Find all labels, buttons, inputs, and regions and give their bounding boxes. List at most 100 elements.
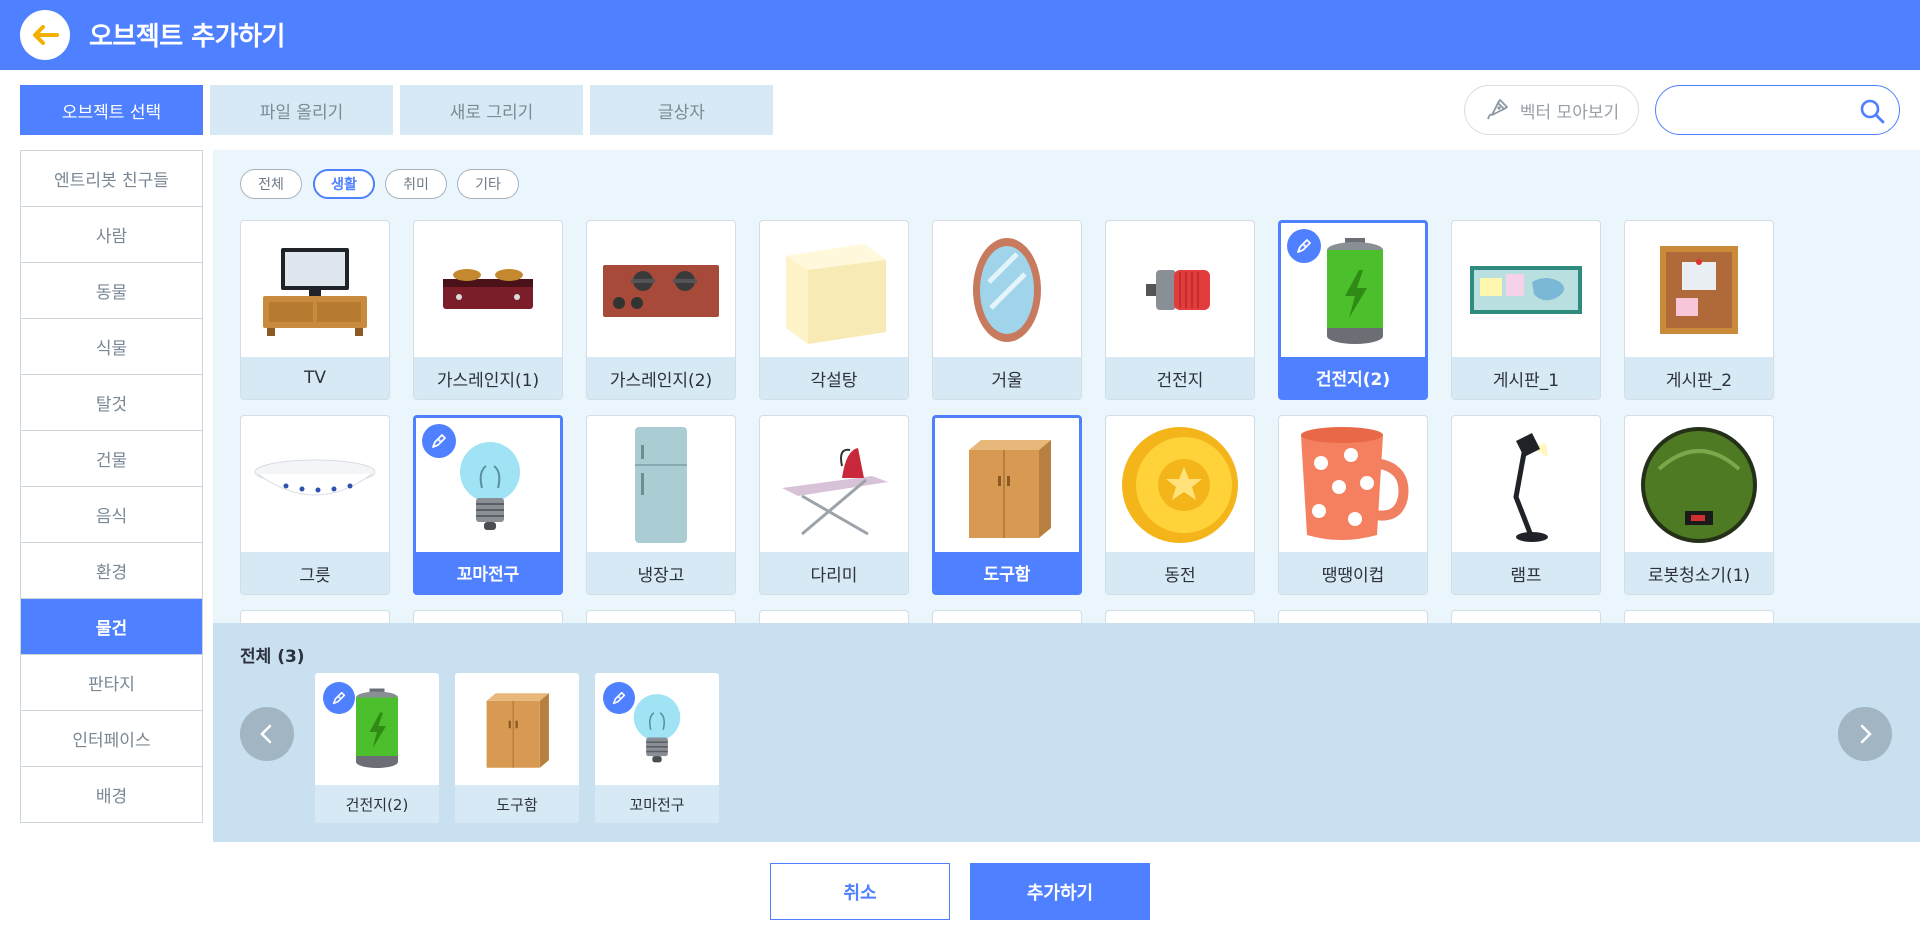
tray-item-label: 도구함 xyxy=(455,785,579,823)
vector-edit-icon xyxy=(422,424,456,458)
desk-lamp-icon xyxy=(1513,432,1548,542)
tab-file-upload[interactable]: 파일 올리기 xyxy=(210,85,393,135)
search-icon[interactable] xyxy=(1859,98,1885,124)
object-card-refrigerator[interactable]: 냉장고 xyxy=(586,415,736,595)
selected-objects-tray: 전체 (3) 건전지(2) 도구함 꼬마전구 xyxy=(213,623,1920,842)
vector-view-label: 벡터 모아보기 xyxy=(1519,102,1620,123)
object-card-sugar-cube[interactable]: 각설탕 xyxy=(759,220,909,400)
sidebar-item-plants[interactable]: 식물 xyxy=(21,319,202,375)
object-card-partial[interactable] xyxy=(1278,610,1428,623)
object-card-bulletin-board-1[interactable]: 게시판_1 xyxy=(1451,220,1601,400)
object-card-partial[interactable] xyxy=(1624,610,1774,623)
object-card-toolbox[interactable]: 도구함 xyxy=(932,415,1082,595)
vector-pen-icon xyxy=(1487,99,1508,120)
object-label: 꼬마전구 xyxy=(416,552,560,592)
vector-edit-icon xyxy=(603,682,635,714)
gas-stove-2-icon xyxy=(603,264,719,317)
object-card-light-bulb[interactable]: 꼬마전구 xyxy=(413,415,563,595)
sidebar-item-people[interactable]: 사람 xyxy=(21,207,202,263)
object-label: 건전지 xyxy=(1106,357,1254,399)
toolbox-icon xyxy=(486,693,549,768)
gas-stove-1-icon xyxy=(443,268,533,309)
vector-edit-icon xyxy=(323,682,355,714)
object-card-partial[interactable] xyxy=(1105,610,1255,623)
object-card-desk-lamp[interactable]: 램프 xyxy=(1451,415,1601,595)
object-card-partial[interactable] xyxy=(932,610,1082,623)
object-card-bulletin-board-2[interactable]: 게시판_2 xyxy=(1624,220,1774,400)
sidebar-item-buildings[interactable]: 건물 xyxy=(21,431,202,487)
object-card-partial[interactable] xyxy=(1451,610,1601,623)
object-label: 가스레인지(2) xyxy=(587,357,735,399)
mirror-icon xyxy=(973,237,1041,342)
vector-edit-icon xyxy=(1287,229,1321,263)
battery-2-icon xyxy=(356,688,398,768)
sidebar-item-food[interactable]: 음식 xyxy=(21,487,202,543)
tray-item-light-bulb[interactable]: 꼬마전구 xyxy=(595,673,719,823)
header-bar: 오브젝트 추가하기 xyxy=(0,0,1920,70)
search-box xyxy=(1655,85,1900,135)
chevron-left-icon xyxy=(260,724,272,744)
object-card-robot-vacuum[interactable]: 로봇청소기(1) xyxy=(1624,415,1774,595)
tab-text-box[interactable]: 글상자 xyxy=(590,85,773,135)
object-card-battery-2[interactable]: 건전지(2) xyxy=(1278,220,1428,400)
tv-icon xyxy=(263,247,367,336)
object-label: 건전지(2) xyxy=(1281,357,1425,397)
object-card-battery[interactable]: 건전지 xyxy=(1105,220,1255,400)
tray-prev-button[interactable] xyxy=(240,707,294,761)
object-label: TV xyxy=(241,357,389,399)
robot-vacuum-icon xyxy=(1641,426,1757,543)
object-card-gas-stove-2[interactable]: 가스레인지(2) xyxy=(586,220,736,400)
sidebar-item-interface[interactable]: 인터페이스 xyxy=(21,711,202,767)
object-card-polka-dot-cup[interactable]: 땡땡이컵 xyxy=(1278,415,1428,595)
object-card-gas-stove-1[interactable]: 가스레인지(1) xyxy=(413,220,563,400)
object-card-iron[interactable]: 다리미 xyxy=(759,415,909,595)
iron-icon xyxy=(782,447,888,535)
object-card-partial[interactable] xyxy=(413,610,563,623)
tab-object-select[interactable]: 오브젝트 선택 xyxy=(20,85,203,135)
sidebar-item-environment[interactable]: 환경 xyxy=(21,543,202,599)
battery-2-icon xyxy=(1327,237,1383,344)
tray-title: 전체 (3) xyxy=(240,647,305,667)
object-label: 로봇청소기(1) xyxy=(1625,552,1773,594)
filter-etc[interactable]: 기타 xyxy=(457,169,519,199)
sidebar-item-animals[interactable]: 동물 xyxy=(21,263,202,319)
object-label: 냉장고 xyxy=(587,552,735,594)
object-label: 그릇 xyxy=(241,552,389,594)
vector-view-button[interactable]: 벡터 모아보기 xyxy=(1464,85,1639,135)
light-bulb-icon xyxy=(633,694,681,763)
coin-icon xyxy=(1122,426,1238,543)
add-button[interactable]: 추가하기 xyxy=(970,863,1150,920)
object-card-partial[interactable] xyxy=(759,610,909,623)
filter-hobby[interactable]: 취미 xyxy=(385,169,447,199)
polka-dot-cup-icon xyxy=(1301,426,1409,540)
search-input[interactable] xyxy=(1674,98,1844,124)
object-card-mirror[interactable]: 거울 xyxy=(932,220,1082,400)
object-card-partial[interactable] xyxy=(586,610,736,623)
object-label: 각설탕 xyxy=(760,357,908,399)
back-button[interactable] xyxy=(20,10,70,60)
sidebar-item-entrybot-friends[interactable]: 엔트리봇 친구들 xyxy=(21,151,202,207)
object-grid: TV 가스레인지(1) 가스레인지(2) 각설탕 거울 건전지 건전지(2) 게… xyxy=(213,220,1920,623)
object-card-bowl[interactable]: 그릇 xyxy=(240,415,390,595)
filter-all[interactable]: 전체 xyxy=(240,169,302,199)
tab-new-drawing[interactable]: 새로 그리기 xyxy=(400,85,583,135)
page-title: 오브젝트 추가하기 xyxy=(89,22,285,52)
tray-item-toolbox[interactable]: 도구함 xyxy=(455,673,579,823)
toolbox-icon xyxy=(969,439,1051,538)
tray-item-battery-2[interactable]: 건전지(2) xyxy=(315,673,439,823)
object-card-coin[interactable]: 동전 xyxy=(1105,415,1255,595)
object-card-partial[interactable] xyxy=(240,610,390,623)
sidebar-item-fantasy[interactable]: 판타지 xyxy=(21,655,202,711)
object-label: 동전 xyxy=(1106,552,1254,594)
battery-icon xyxy=(1146,269,1210,310)
tray-next-button[interactable] xyxy=(1838,707,1892,761)
back-arrow-icon xyxy=(33,25,59,45)
bulletin-board-1-icon xyxy=(1470,265,1582,314)
cancel-button[interactable]: 취소 xyxy=(770,863,950,920)
filter-life[interactable]: 생활 xyxy=(313,169,375,199)
sidebar-item-background[interactable]: 배경 xyxy=(21,767,202,823)
object-card-tv[interactable]: TV xyxy=(240,220,390,400)
tray-item-label: 건전지(2) xyxy=(315,785,439,823)
sidebar-item-things[interactable]: 물건 xyxy=(21,599,202,655)
sidebar-item-vehicles[interactable]: 탈것 xyxy=(21,375,202,431)
